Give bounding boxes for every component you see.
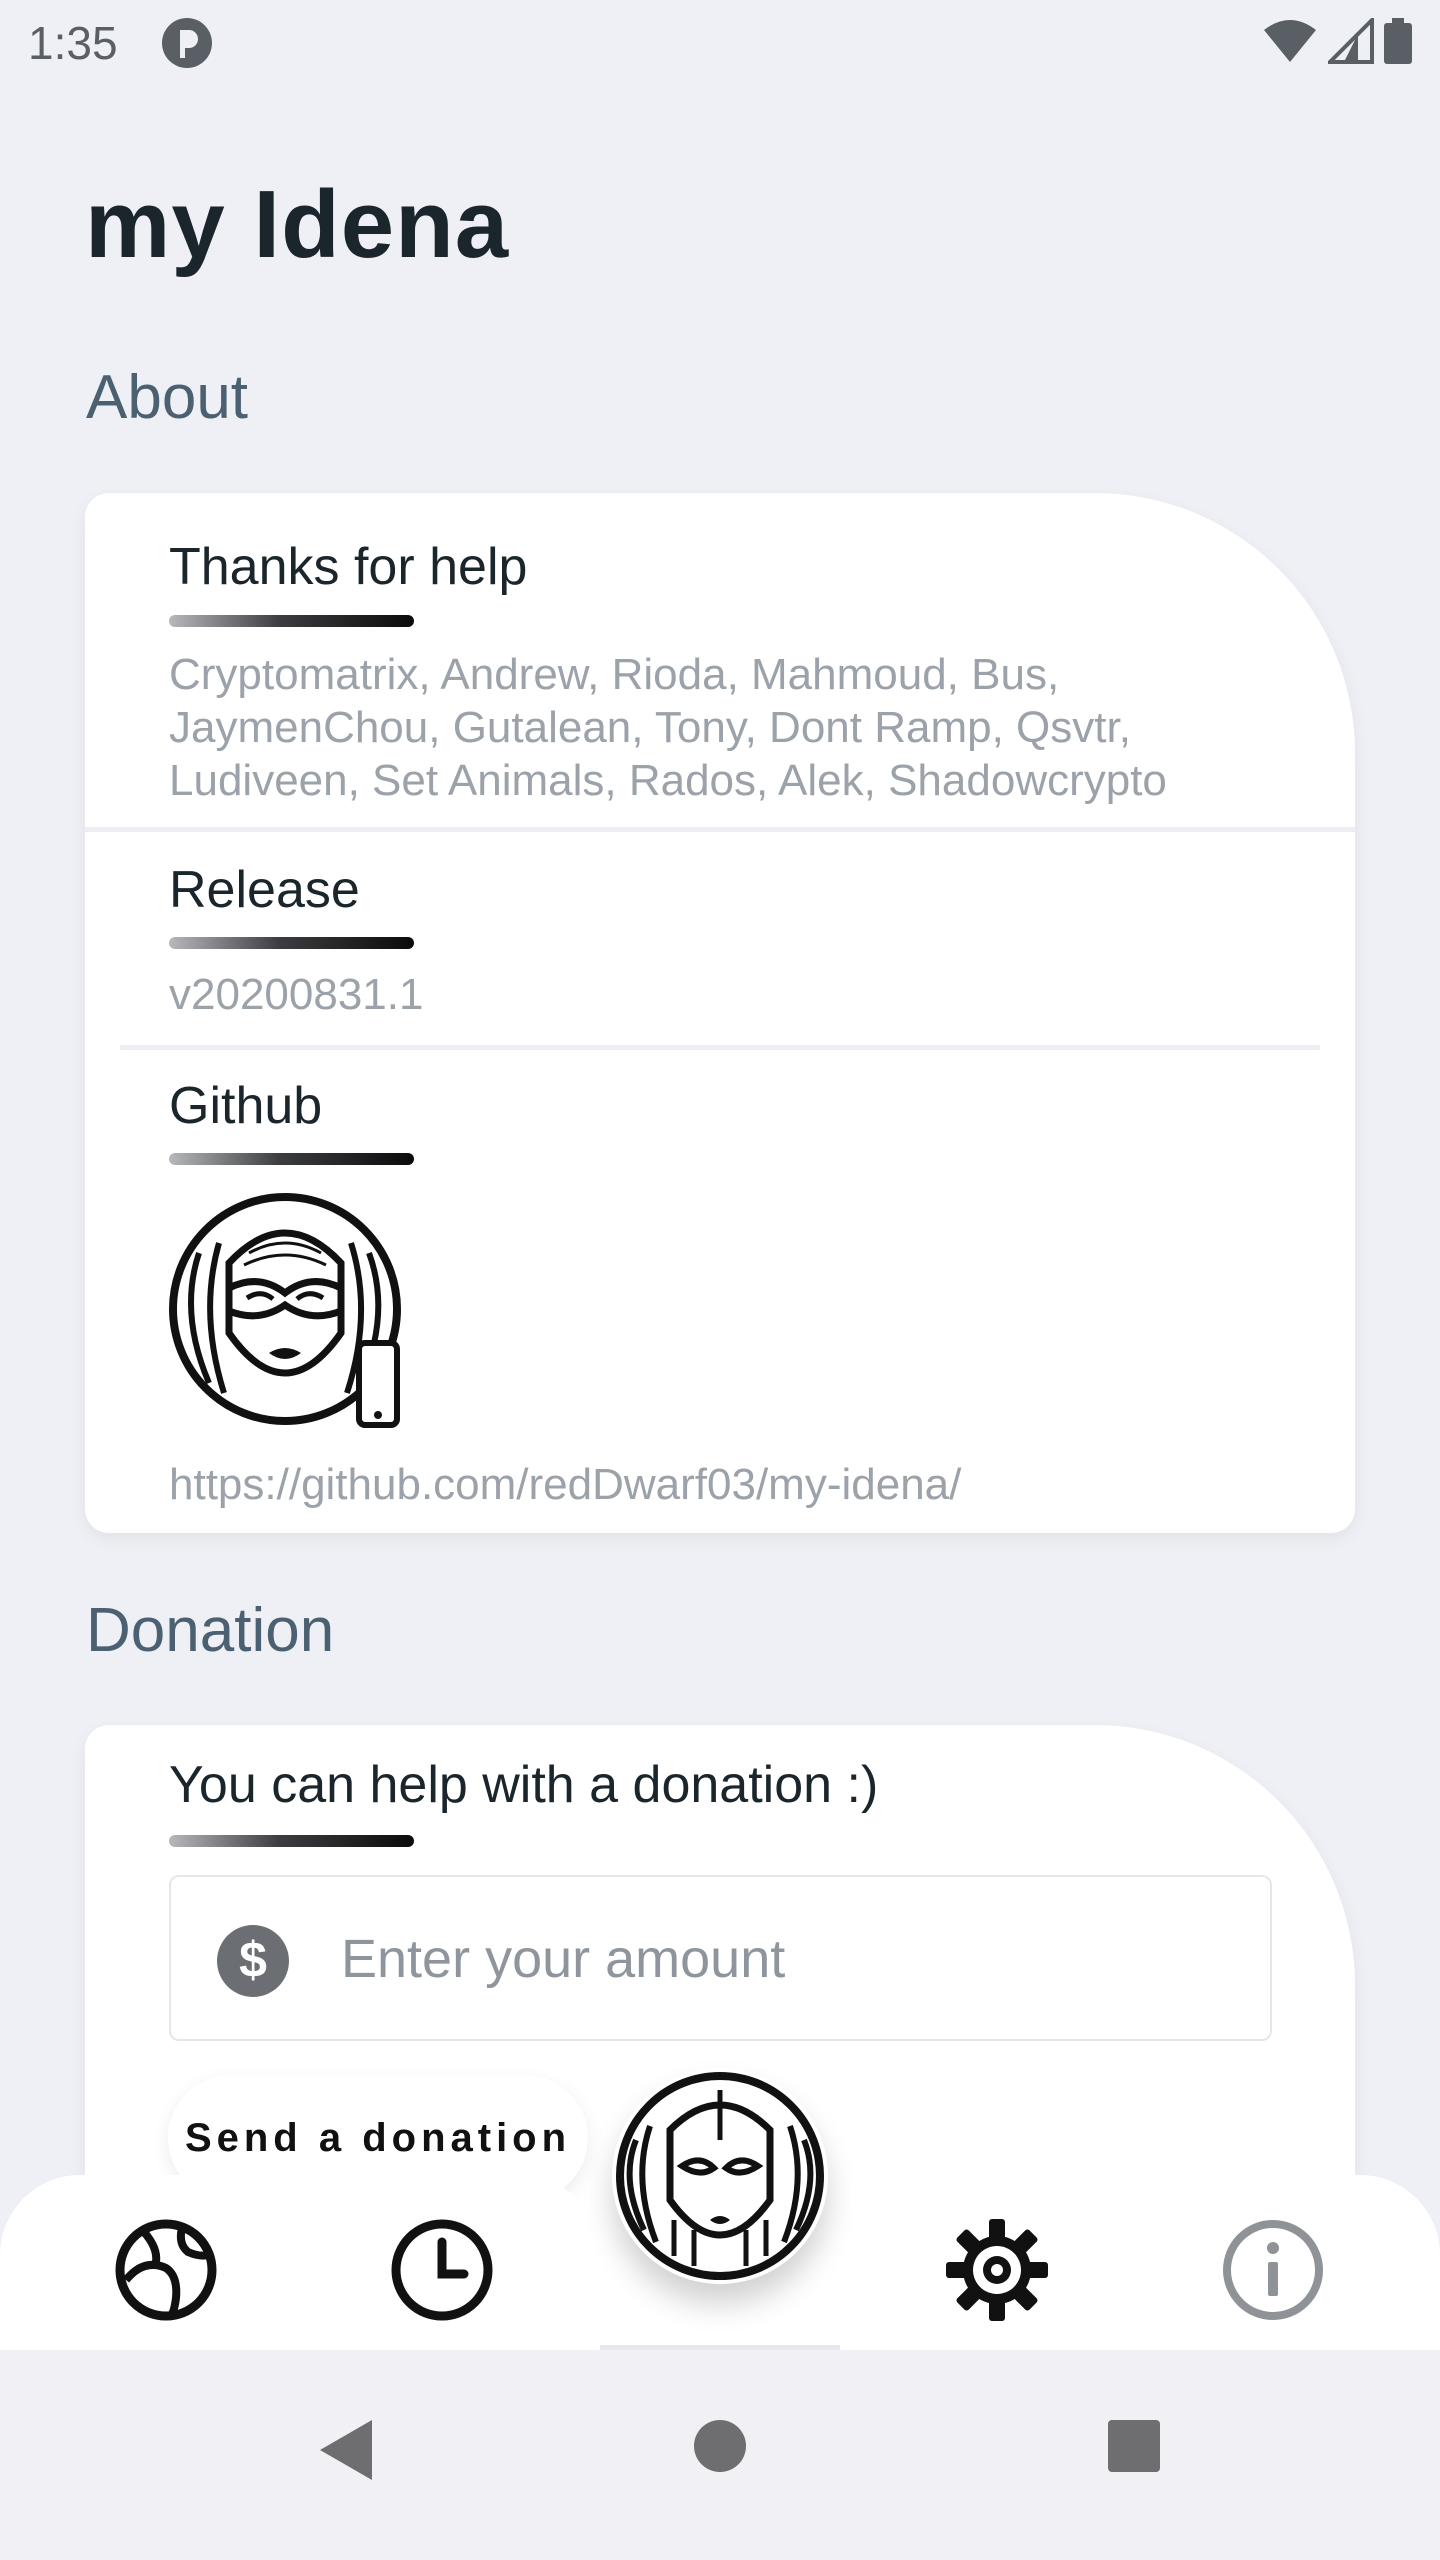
nav-right-panel	[840, 2175, 1440, 2350]
home-icon	[694, 2420, 746, 2472]
release-underline	[169, 937, 414, 949]
globe-icon	[115, 2219, 217, 2321]
gear-icon	[946, 2219, 1048, 2321]
amount-field[interactable]: $	[169, 1875, 1272, 2041]
status-indicators	[1262, 18, 1412, 64]
thanks-line: Cryptomatrix, Andrew, Rioda, Mahmoud, Bu…	[169, 650, 1060, 699]
idena-home-button[interactable]	[612, 2068, 828, 2284]
idena-logo-icon	[616, 2072, 824, 2280]
app-notification-icon	[160, 16, 214, 75]
nav-globe-button[interactable]	[111, 2215, 221, 2325]
nav-info-button[interactable]	[1218, 2215, 1328, 2325]
battery-icon	[1384, 18, 1412, 64]
status-bar: 1:35	[0, 0, 1440, 84]
wifi-icon	[1264, 20, 1316, 62]
thanks-names: Cryptomatrix, Andrew, Rioda, Mahmoud, Bu…	[169, 648, 1167, 807]
back-icon	[320, 2420, 372, 2480]
dollar-icon: $	[217, 1925, 289, 2002]
developer-avatar[interactable]	[169, 1193, 409, 1438]
divider	[85, 827, 1355, 832]
thanks-line: Ludiveen, Set Animals, Rados, Alek, Shad…	[169, 756, 1167, 805]
divider	[120, 1045, 1320, 1050]
status-time: 1:35	[28, 17, 118, 69]
home-button[interactable]	[694, 2420, 746, 2477]
clock-icon	[391, 2219, 493, 2321]
thanks-underline	[169, 615, 414, 627]
nav-left-panel	[0, 2175, 600, 2350]
thanks-title: Thanks for help	[169, 538, 528, 596]
signal-icon	[1328, 18, 1374, 64]
nav-settings-button[interactable]	[942, 2215, 1052, 2325]
release-version: v20200831.1	[169, 970, 424, 1019]
back-button[interactable]	[318, 2418, 374, 2487]
amount-input[interactable]	[341, 1917, 1221, 2001]
system-navigation-bar	[0, 2350, 1440, 2560]
svg-text:$: $	[239, 1932, 267, 1988]
github-row[interactable]: Github https://github.com/redDwarf03/my-…	[85, 1053, 1355, 1533]
donation-section-title: Donation	[86, 1596, 335, 1665]
page-title: my Idena	[85, 171, 510, 278]
recents-icon	[1108, 2420, 1160, 2472]
github-link[interactable]: https://github.com/redDwarf03/my-idena/	[169, 1458, 961, 1511]
github-underline	[169, 1153, 414, 1165]
release-title: Release	[169, 861, 360, 919]
donation-underline	[169, 1835, 414, 1847]
thanks-row: Thanks for help Cryptomatrix, Andrew, Ri…	[85, 493, 1355, 828]
about-card: Thanks for help Cryptomatrix, Andrew, Ri…	[85, 493, 1355, 1533]
thanks-line: JaymenChou, Gutalean, Tony, Dont Ramp, Q…	[169, 703, 1131, 752]
github-title: Github	[169, 1077, 323, 1135]
about-section-title: About	[86, 363, 249, 432]
nav-history-button[interactable]	[387, 2215, 497, 2325]
recents-button[interactable]	[1108, 2420, 1160, 2477]
info-icon	[1223, 2220, 1323, 2320]
donation-title: You can help with a donation :)	[169, 1756, 879, 1814]
release-row: Release v20200831.1	[85, 833, 1355, 1043]
